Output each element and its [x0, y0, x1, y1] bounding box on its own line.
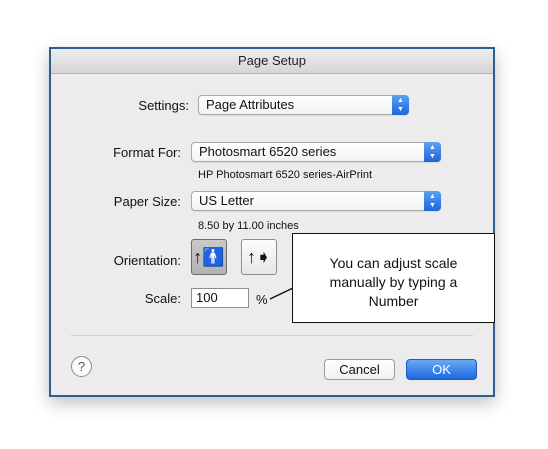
annotation-line: manually by typing a: [329, 274, 458, 290]
annotation-line: Number: [368, 293, 419, 309]
callout-pointer: [269, 287, 294, 300]
annotation-line: You can adjust scale: [329, 255, 458, 271]
annotation-callout: You can adjust scale manually by typing …: [292, 233, 495, 323]
